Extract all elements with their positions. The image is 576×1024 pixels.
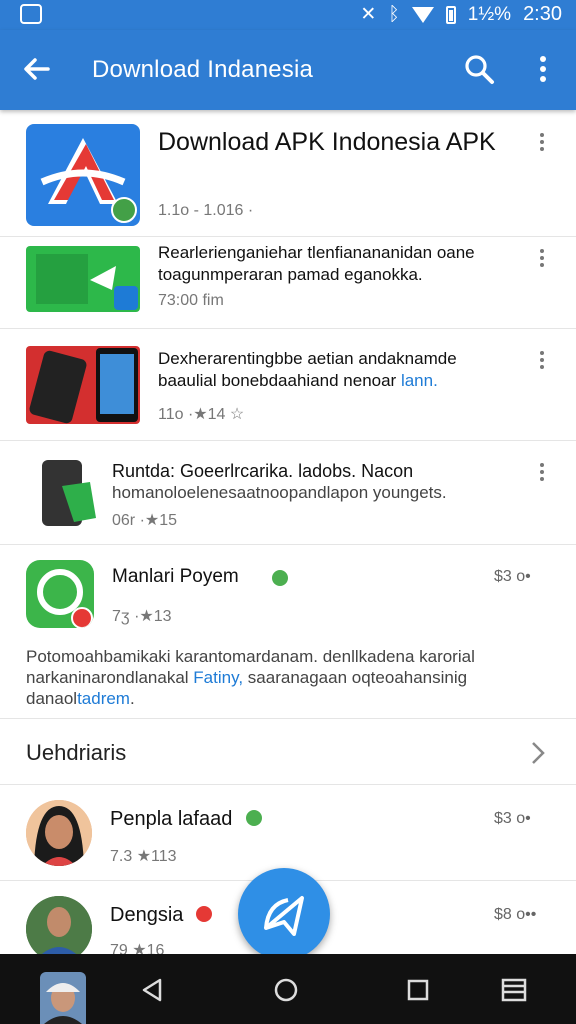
menu-nav-icon[interactable] bbox=[500, 976, 528, 1004]
app-icon-tablet[interactable] bbox=[40, 458, 100, 528]
app-icon-chat[interactable] bbox=[26, 560, 94, 628]
person-name[interactable]: Dengsia bbox=[110, 904, 183, 926]
app-title[interactable]: Manlari Poyem bbox=[112, 566, 239, 588]
item-overflow-icon[interactable] bbox=[538, 460, 546, 484]
back-arrow-icon[interactable] bbox=[20, 52, 54, 86]
app-meta: 11o ·★14 ☆ bbox=[158, 406, 245, 423]
person-name[interactable]: Penpla lafaad bbox=[110, 808, 232, 830]
avatar[interactable] bbox=[40, 972, 86, 1024]
recents-nav-icon[interactable] bbox=[404, 976, 432, 1004]
app-subtitle: homanoloelenesaatnoopandlapon youngets. bbox=[112, 483, 447, 502]
app-meta: 1.1o - 1.016 · bbox=[158, 202, 254, 219]
person-price: $8 o•• bbox=[494, 906, 537, 923]
bluetooth-icon: ᛒ bbox=[388, 3, 400, 25]
system-nav-bar bbox=[0, 954, 576, 1024]
item-overflow-icon[interactable] bbox=[538, 348, 546, 372]
status-badge-icon bbox=[196, 906, 212, 922]
divider bbox=[0, 784, 576, 785]
divider bbox=[0, 328, 576, 329]
verified-badge-icon bbox=[246, 810, 262, 826]
app-title[interactable]: Runtda: Goeerlrcarika. ladobs. Nacon bbox=[112, 460, 532, 482]
app-description: Potomoahbamikaki karantomardanam. denllk… bbox=[26, 647, 475, 708]
app-meta: 7ʒ ·★13 bbox=[112, 608, 172, 625]
app-price: $3 o• bbox=[494, 568, 531, 585]
back-nav-icon[interactable] bbox=[138, 976, 166, 1004]
section-title[interactable]: Uehdriaris bbox=[26, 740, 126, 766]
app-icon-phones[interactable] bbox=[26, 346, 140, 424]
avatar[interactable] bbox=[26, 800, 92, 866]
item-overflow-icon[interactable] bbox=[538, 130, 546, 154]
person-price: $3 o• bbox=[494, 810, 531, 827]
divider bbox=[0, 718, 576, 719]
chevron-right-icon[interactable] bbox=[528, 740, 548, 766]
status-bar: ✕ ᛒ 1½% 2:30 bbox=[0, 0, 576, 30]
app-icon-apk[interactable] bbox=[26, 124, 140, 226]
battery-icon bbox=[445, 5, 456, 24]
divider bbox=[0, 544, 576, 545]
divider bbox=[0, 236, 576, 237]
item-overflow-icon[interactable] bbox=[538, 246, 546, 270]
home-nav-icon[interactable] bbox=[272, 976, 300, 1004]
app-title[interactable]: Rearlerienganiehar tlenfianananidan oane… bbox=[158, 242, 528, 286]
battery-percent: 1½% bbox=[467, 3, 512, 25]
page-title: Download Indanesia bbox=[92, 56, 314, 83]
app-title[interactable]: Download APK Indonesia APK bbox=[158, 126, 498, 158]
app-meta: 06r ·★15 bbox=[112, 512, 178, 529]
clock: 2:30 bbox=[523, 3, 562, 25]
verified-badge-icon bbox=[272, 570, 288, 586]
notification-icon bbox=[20, 4, 42, 24]
more-options-icon[interactable] bbox=[530, 52, 556, 86]
app-meta: 73:00 fim bbox=[158, 292, 224, 309]
person-meta: 7.3 ★113 bbox=[110, 848, 177, 865]
search-icon[interactable] bbox=[462, 52, 496, 86]
app-bar: Download Indanesia bbox=[0, 30, 576, 110]
wifi-icon bbox=[411, 6, 434, 23]
nfc-icon: ✕ bbox=[360, 4, 377, 25]
avatar[interactable] bbox=[26, 896, 92, 962]
floating-action-button[interactable] bbox=[238, 868, 330, 960]
send-icon bbox=[264, 896, 304, 936]
divider bbox=[0, 440, 576, 441]
app-icon-green[interactable] bbox=[26, 246, 140, 312]
app-title[interactable]: Dexherarentingbbe aetian andaknamde baau… bbox=[158, 348, 518, 392]
